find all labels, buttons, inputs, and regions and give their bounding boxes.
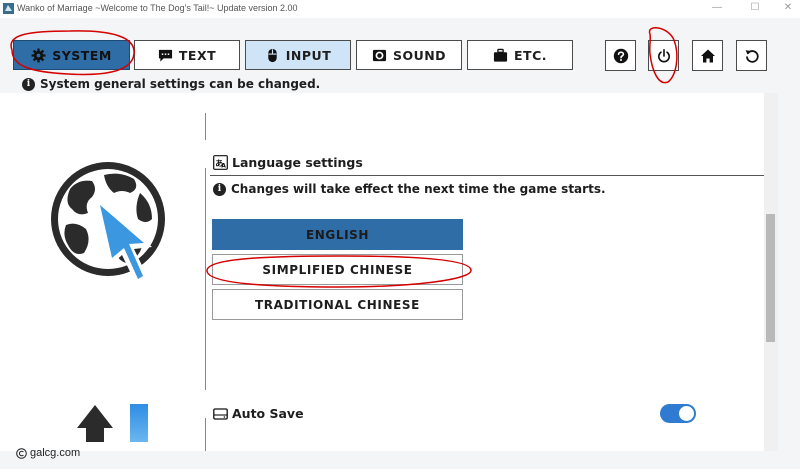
blue-bar-decoration	[130, 404, 148, 442]
app-icon	[3, 3, 14, 14]
divider-bottom	[205, 418, 206, 451]
language-option-label: ENGLISH	[305, 227, 370, 242]
tab-sound[interactable]: SOUND	[356, 40, 462, 70]
language-option-label: SIMPLIFIED CHINESE	[262, 262, 413, 277]
toggle-knob	[679, 406, 694, 421]
info-icon: i	[213, 182, 226, 196]
scrollbar-thumb[interactable]	[766, 214, 775, 342]
home-icon	[700, 49, 715, 62]
divider-middle	[205, 168, 206, 390]
help-icon	[613, 48, 628, 63]
language-option-english[interactable]: ENGLISH	[212, 219, 463, 250]
back-button[interactable]	[736, 40, 767, 71]
language-settings-title: Language settings	[232, 155, 363, 170]
tab-system[interactable]: SYSTEM	[13, 40, 130, 70]
svg-text:A: A	[221, 163, 226, 170]
tab-input-label: INPUT	[285, 47, 332, 63]
tab-text[interactable]: TEXT	[134, 40, 240, 70]
close-window-button[interactable]: ✕	[781, 1, 795, 15]
tab-etc[interactable]: ETC.	[467, 40, 573, 70]
help-button[interactable]	[605, 40, 636, 71]
power-button[interactable]	[648, 40, 679, 71]
language-note-text: Changes will take effect the next time t…	[231, 182, 606, 196]
section-underline	[210, 175, 764, 176]
speech-bubble-icon	[158, 49, 172, 62]
info-icon: i	[22, 77, 35, 91]
page-description-text: System general settings can be changed.	[40, 77, 321, 91]
globe-cursor-icon	[51, 162, 165, 286]
maximize-button[interactable]: ☐	[748, 1, 762, 15]
divider-top	[205, 113, 206, 140]
tab-system-label: SYSTEM	[52, 47, 112, 63]
auto-save-setting: Auto Save	[213, 406, 304, 421]
language-option-simplified-chinese[interactable]: SIMPLIFIED CHINESE	[212, 254, 463, 285]
window-title: Wanko of Marriage ~Welcome to The Dog's …	[17, 3, 298, 13]
scroll-up-arrow-icon[interactable]	[76, 404, 114, 442]
tab-sound-label: SOUND	[392, 47, 447, 63]
watermark-text: galcg.com	[30, 447, 81, 459]
tab-input[interactable]: INPUT	[245, 40, 351, 70]
language-option-traditional-chinese[interactable]: TRADITIONAL CHINESE	[212, 289, 463, 320]
power-icon	[657, 48, 670, 62]
gear-icon	[31, 48, 46, 62]
watermark: galcg.com	[16, 447, 80, 459]
back-icon	[745, 49, 759, 63]
tab-etc-label: ETC.	[514, 47, 547, 63]
language-note: i Changes will take effect the next time…	[213, 182, 606, 196]
language-icon: あ A	[213, 155, 228, 170]
language-settings-header: あ A Language settings	[213, 155, 363, 170]
speaker-icon	[372, 49, 386, 61]
mouse-icon	[268, 48, 277, 62]
language-option-label: TRADITIONAL CHINESE	[255, 297, 420, 312]
auto-save-label: Auto Save	[232, 406, 304, 421]
auto-save-toggle[interactable]	[660, 404, 696, 423]
minimize-button[interactable]: —	[710, 1, 724, 15]
copyright-icon	[16, 447, 27, 459]
tab-text-label: TEXT	[178, 47, 217, 63]
title-bar: Wanko of Marriage ~Welcome to The Dog's …	[0, 0, 800, 18]
page-description: i System general settings can be changed…	[22, 77, 320, 91]
hard-drive-icon	[213, 408, 228, 420]
briefcase-icon	[493, 48, 508, 62]
home-button[interactable]	[692, 40, 723, 71]
